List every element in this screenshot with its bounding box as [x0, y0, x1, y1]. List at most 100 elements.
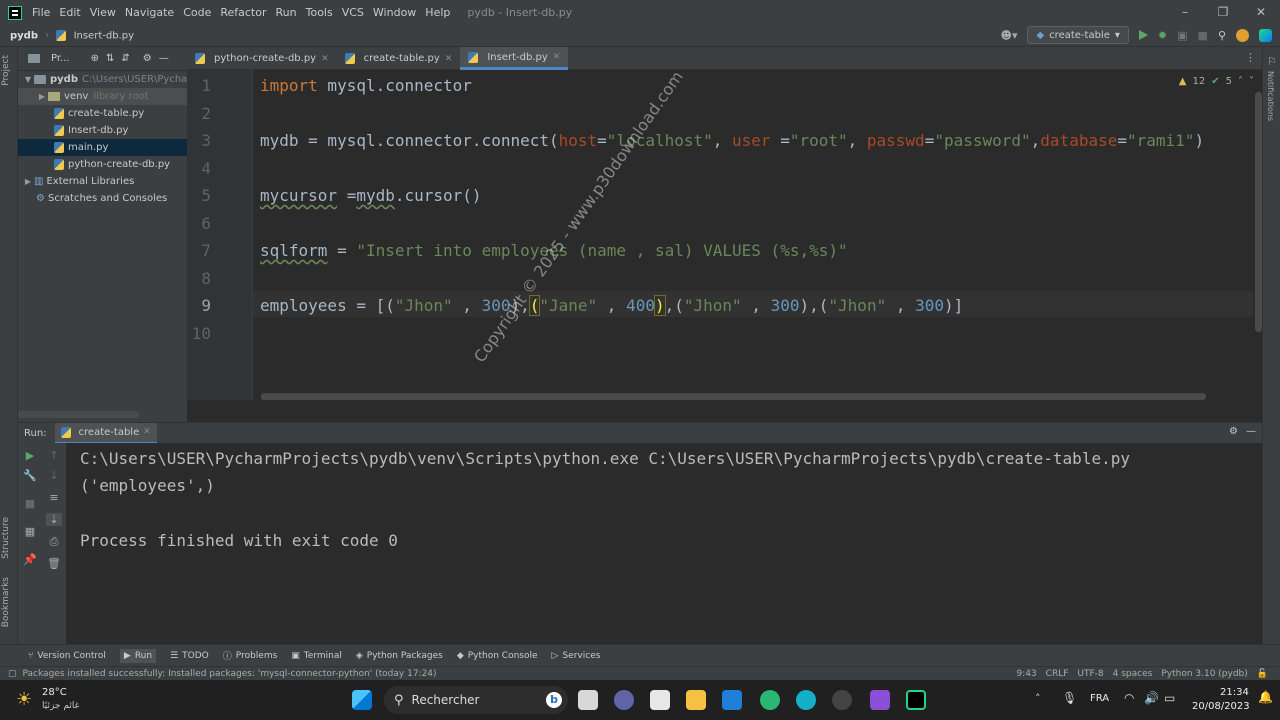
tool-python-packages[interactable]: ◈ Python Packages [356, 651, 443, 661]
more-tabs-icon[interactable]: ⋮ [1245, 51, 1256, 64]
gear-icon[interactable]: ⚙ [143, 53, 152, 64]
menu-window[interactable]: Window [373, 6, 416, 19]
tab-create-table[interactable]: create-table.py ✕ [337, 47, 461, 70]
project-horizontal-scrollbar[interactable] [18, 411, 139, 418]
tool-python-console[interactable]: ◆ Python Console [457, 651, 538, 661]
code-editor[interactable]: import mysql.connector mydb = mysql.conn… [253, 70, 1265, 400]
run-tab-create-table[interactable]: create-table ✕ [54, 422, 157, 444]
layout-icon[interactable]: ▦ [22, 525, 38, 538]
chevron-down-icon[interactable]: ˅ [1249, 76, 1254, 87]
code-line-9[interactable]: employees = [("Jhon" , 300),("Jane" , 40… [260, 295, 963, 316]
battery-icon[interactable]: ▭ [1164, 691, 1175, 705]
tool-terminal[interactable]: ▣ Terminal [291, 651, 342, 661]
bookmarks-tool-label[interactable]: Bookmarks [1, 577, 11, 627]
tree-root[interactable]: ▼ pydb C:\Users\USER\Pycharm [18, 71, 187, 88]
scroll-to-end-icon[interactable]: ⇣ [46, 513, 62, 526]
tree-venv[interactable]: ▶ venv library root [18, 88, 187, 105]
caret-position[interactable]: 9:43 [1016, 669, 1036, 679]
app-icon[interactable] [832, 690, 852, 710]
chat-icon[interactable] [614, 690, 634, 710]
tree-file[interactable]: create-table.py [18, 105, 187, 122]
hide-panel-icon[interactable]: — [159, 53, 169, 64]
tree-scratches[interactable]: ⚙ Scratches and Consoles [18, 190, 187, 207]
editor-vertical-scrollbar[interactable] [1255, 92, 1262, 332]
tree-file[interactable]: Insert-db.py [18, 122, 187, 139]
tree-file[interactable]: python-create-db.py [18, 156, 187, 173]
lock-icon[interactable]: 🔓 [1257, 669, 1268, 679]
task-view-icon[interactable] [578, 690, 598, 710]
breadcrumb-file[interactable]: Insert-db.py [74, 30, 134, 41]
chevron-up-icon[interactable]: ˄ [1238, 76, 1243, 87]
locate-icon[interactable]: ⊕ [91, 53, 99, 64]
pycharm-taskbar-icon[interactable] [906, 690, 926, 710]
stop-icon[interactable]: ■ [1198, 29, 1208, 42]
canva-icon[interactable] [796, 690, 816, 710]
file-encoding[interactable]: UTF-8 [1077, 669, 1103, 679]
store-icon[interactable] [650, 690, 670, 710]
menu-tools[interactable]: Tools [306, 6, 333, 19]
updates-icon[interactable] [1236, 28, 1249, 42]
start-icon[interactable] [352, 690, 372, 710]
menu-help[interactable]: Help [425, 6, 450, 19]
tree-file-selected[interactable]: main.py [18, 139, 187, 156]
chevron-up-icon[interactable]: ˄ [1035, 692, 1041, 705]
tool-problems[interactable]: ⓘ Problems [223, 649, 278, 663]
notification-bell-icon[interactable]: 🔔 [1258, 690, 1273, 704]
code-line-3[interactable]: mydb = mysql.connector.connect(host="loc… [260, 131, 1204, 150]
up-icon[interactable]: ↑ [46, 449, 62, 462]
interpreter[interactable]: Python 3.10 (pydb) [1161, 669, 1247, 679]
weather-icon[interactable]: ☀ [16, 689, 32, 710]
breadcrumb-project[interactable]: pydb [10, 30, 38, 41]
down-icon[interactable]: ↓ [46, 469, 62, 482]
soft-wrap-icon[interactable]: ≡ [46, 491, 62, 504]
mail-icon[interactable] [722, 690, 742, 710]
trash-icon[interactable]: 🗑 [46, 557, 62, 570]
menu-refactor[interactable]: Refactor [220, 6, 266, 19]
project-tool-label[interactable]: Project [1, 55, 11, 86]
microphone-icon[interactable]: 🎙 [1062, 691, 1077, 705]
menu-view[interactable]: View [90, 6, 116, 19]
expand-all-icon[interactable]: ⇅ [106, 53, 114, 64]
tab-insert-db[interactable]: Insert-db.py ✕ [460, 47, 569, 70]
code-line-5[interactable]: mycursor =mydb.cursor() [260, 186, 482, 205]
wrench-icon[interactable]: 🔧 [22, 469, 38, 482]
collapse-all-icon[interactable]: ⇵ [121, 53, 129, 64]
print-icon[interactable]: ⎙ [46, 535, 62, 549]
tab-python-create-db[interactable]: python-create-db.py ✕ [187, 47, 337, 70]
menu-vcs[interactable]: VCS [342, 6, 364, 19]
notifications-icon[interactable]: ⚐ [1267, 55, 1277, 68]
run-console[interactable]: C:\Users\USER\PycharmProjects\pydb\venv\… [66, 443, 1262, 644]
close-icon[interactable]: ✕ [1242, 0, 1280, 25]
debug-icon[interactable]: ✹ [1158, 29, 1167, 42]
coverage-icon[interactable]: ▣ [1177, 29, 1187, 42]
volume-icon[interactable]: 🔊 [1144, 691, 1159, 705]
project-panel-title[interactable]: Pr... [51, 53, 70, 64]
close-tab-icon[interactable]: ✕ [143, 427, 151, 437]
tool-run[interactable]: ▶ Run [119, 648, 157, 663]
clipchamp-icon[interactable] [870, 690, 890, 710]
run-config-selector[interactable]: ◆ create-table ▾ [1027, 26, 1129, 44]
pin-icon[interactable]: 📌 [22, 553, 38, 566]
wifi-icon[interactable]: ◠ [1124, 691, 1134, 705]
menu-edit[interactable]: Edit [59, 6, 80, 19]
user-icon[interactable]: ☻▾ [1000, 29, 1017, 42]
close-tab-icon[interactable]: ✕ [553, 52, 561, 62]
gear-icon[interactable]: ⚙ [1229, 426, 1238, 437]
line-separator[interactable]: CRLF [1046, 669, 1069, 679]
menu-navigate[interactable]: Navigate [125, 6, 174, 19]
hide-panel-icon[interactable]: — [1246, 426, 1256, 437]
tool-todo[interactable]: ☰ TODO [170, 651, 209, 661]
menu-code[interactable]: Code [183, 6, 211, 19]
menu-file[interactable]: File [32, 6, 50, 19]
status-window-icon[interactable]: ▢ [8, 669, 17, 679]
editor-horizontal-scrollbar[interactable] [261, 393, 1206, 400]
code-line-1[interactable]: import mysql.connector [260, 76, 472, 95]
close-tab-icon[interactable]: ✕ [321, 54, 329, 64]
stop-icon[interactable]: ■ [22, 497, 38, 510]
indent-setting[interactable]: 4 spaces [1113, 669, 1153, 679]
status-message[interactable]: Packages installed successfully: Install… [23, 669, 437, 679]
minimize-icon[interactable]: – [1166, 0, 1204, 25]
run-icon[interactable] [1138, 30, 1148, 40]
rerun-icon[interactable]: ▶ [22, 449, 38, 462]
close-tab-icon[interactable]: ✕ [445, 54, 453, 64]
